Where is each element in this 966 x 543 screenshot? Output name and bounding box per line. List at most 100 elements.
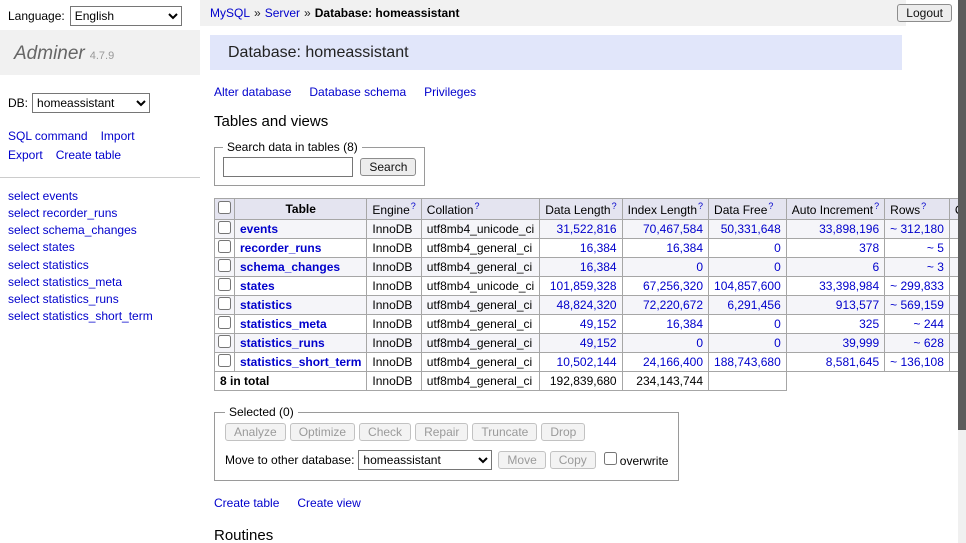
row-checkbox-events[interactable] <box>218 221 231 234</box>
table-link-schema-changes[interactable]: schema_changes <box>240 260 340 274</box>
engine-cell: InnoDB <box>367 258 421 277</box>
db-action-privileges[interactable]: Privileges <box>424 85 476 99</box>
collation-cell: utf8mb4_unicode_ci <box>421 277 539 296</box>
sidebar-table-link-select-statistics[interactable]: select statistics <box>8 257 200 274</box>
row-select-cell <box>215 315 235 334</box>
scrollbar-thumb[interactable] <box>958 0 966 430</box>
db-select[interactable]: homeassistant <box>32 93 150 113</box>
data-length-cell: 16,384 <box>540 258 622 277</box>
help-link[interactable]: ? <box>874 201 879 211</box>
sidebar-link-import[interactable]: Import <box>101 129 135 143</box>
table-link-states[interactable]: states <box>240 279 275 293</box>
sidebar-table-link-select-statistics-runs[interactable]: select statistics_runs <box>8 291 200 308</box>
rows-link-statistics-runs[interactable]: ~ 628 <box>914 336 944 350</box>
db-action-database-schema[interactable]: Database schema <box>309 85 406 99</box>
table-link-recorder-runs[interactable]: recorder_runs <box>240 241 321 255</box>
language-select[interactable]: English <box>70 6 182 26</box>
help-link[interactable]: ? <box>768 201 773 211</box>
rows-link-recorder-runs[interactable]: ~ 5 <box>927 241 944 255</box>
row-checkbox-statistics[interactable] <box>218 297 231 310</box>
sidebar-link-export[interactable]: Export <box>8 148 43 162</box>
total-index-length-cell: 234,143,744 <box>622 372 708 391</box>
engine-cell: InnoDB <box>367 353 421 372</box>
bulk-button-truncate[interactable]: Truncate <box>472 423 537 441</box>
db-label: DB: <box>8 96 28 110</box>
sidebar-table-link-select-schema-changes[interactable]: select schema_changes <box>8 222 200 239</box>
bulk-button-drop[interactable]: Drop <box>541 423 585 441</box>
search-input[interactable] <box>223 157 353 177</box>
breadcrumb-link-server[interactable]: Server <box>265 6 300 20</box>
table-link-statistics-runs[interactable]: statistics_runs <box>240 336 325 350</box>
row-checkbox-schema-changes[interactable] <box>218 259 231 272</box>
rows-link-states[interactable]: ~ 299,833 <box>890 279 944 293</box>
help-link[interactable]: ? <box>921 201 926 211</box>
select-all-checkbox[interactable] <box>218 201 231 214</box>
row-checkbox-statistics-runs[interactable] <box>218 335 231 348</box>
overwrite-checkbox[interactable] <box>604 452 617 465</box>
table-header-row: TableEngine?Collation?Data Length?Index … <box>215 199 966 220</box>
help-link[interactable]: ? <box>411 201 416 211</box>
vertical-scrollbar[interactable] <box>958 0 966 543</box>
column-header-data-free: Data Free? <box>709 199 787 220</box>
move-db-select[interactable]: homeassistant <box>358 450 492 470</box>
rows-link-events[interactable]: ~ 312,180 <box>890 222 944 236</box>
row-checkbox-statistics-meta[interactable] <box>218 316 231 329</box>
table-link-statistics-meta[interactable]: statistics_meta <box>240 317 327 331</box>
adminer-logo[interactable]: Adminer <box>14 43 85 64</box>
overwrite-label: overwrite <box>604 454 669 468</box>
search-button[interactable]: Search <box>360 158 416 176</box>
collation-cell: utf8mb4_general_ci <box>421 334 539 353</box>
table-name-cell: statistics_runs <box>235 334 367 353</box>
rows-link-statistics-meta[interactable]: ~ 244 <box>914 317 944 331</box>
sidebar-table-link-select-events[interactable]: select events <box>8 188 200 205</box>
bulk-button-check[interactable]: Check <box>359 423 411 441</box>
rows-link-statistics[interactable]: ~ 569,159 <box>890 298 944 312</box>
total-data-free-cell <box>709 372 787 391</box>
sidebar-link-create-table[interactable]: Create table <box>56 148 121 162</box>
help-link[interactable]: ? <box>612 201 617 211</box>
sidebar-table-link-select-states[interactable]: select states <box>8 239 200 256</box>
link-create-view[interactable]: Create view <box>297 496 360 510</box>
rows-link-statistics-short-term[interactable]: ~ 136,108 <box>890 355 944 369</box>
row-checkbox-states[interactable] <box>218 278 231 291</box>
table-name-cell: schema_changes <box>235 258 367 277</box>
index-length-cell: 16,384 <box>622 315 708 334</box>
rows-cell: ~ 3 <box>885 258 950 277</box>
column-header-data-length: Data Length? <box>540 199 622 220</box>
sidebar-link-sql-command[interactable]: SQL command <box>8 129 88 143</box>
row-select-cell <box>215 334 235 353</box>
link-create-table[interactable]: Create table <box>214 496 279 510</box>
auto-increment-cell: 33,398,984 <box>786 277 884 296</box>
row-checkbox-statistics-short-term[interactable] <box>218 354 231 367</box>
row-checkbox-recorder-runs[interactable] <box>218 240 231 253</box>
help-link[interactable]: ? <box>474 201 479 211</box>
column-header-label: Rows <box>890 203 920 217</box>
table-link-statistics[interactable]: statistics <box>240 298 292 312</box>
sidebar-table-link-select-recorder-runs[interactable]: select recorder_runs <box>8 205 200 222</box>
breadcrumb-link-mysql[interactable]: MySQL <box>210 6 250 20</box>
table-name-cell: statistics_short_term <box>235 353 367 372</box>
index-length-cell: 0 <box>622 258 708 277</box>
data-free-cell: 50,331,648 <box>709 220 787 239</box>
breadcrumb-separator: » <box>254 6 261 20</box>
table-name-cell: statistics_meta <box>235 315 367 334</box>
data-free-cell: 0 <box>709 334 787 353</box>
tables-overview-table: TableEngine?Collation?Data Length?Index … <box>214 198 966 391</box>
sidebar-table-link-select-statistics-meta[interactable]: select statistics_meta <box>8 274 200 291</box>
bulk-button-optimize[interactable]: Optimize <box>290 423 355 441</box>
bulk-button-analyze[interactable]: Analyze <box>225 423 286 441</box>
engine-cell: InnoDB <box>367 220 421 239</box>
copy-button[interactable]: Copy <box>550 451 596 469</box>
table-link-events[interactable]: events <box>240 222 278 236</box>
sidebar-table-link-select-statistics-short-term[interactable]: select statistics_short_term <box>8 308 200 325</box>
move-button[interactable]: Move <box>498 451 545 469</box>
bulk-button-repair[interactable]: Repair <box>415 423 468 441</box>
help-link[interactable]: ? <box>698 201 703 211</box>
data-length-cell: 48,824,320 <box>540 296 622 315</box>
table-link-statistics-short-term[interactable]: statistics_short_term <box>240 355 361 369</box>
rows-cell: ~ 312,180 <box>885 220 950 239</box>
db-action-alter-database[interactable]: Alter database <box>214 85 291 99</box>
index-length-cell: 16,384 <box>622 239 708 258</box>
rows-link-schema-changes[interactable]: ~ 3 <box>927 260 944 274</box>
logout-button[interactable]: Logout <box>897 4 952 22</box>
